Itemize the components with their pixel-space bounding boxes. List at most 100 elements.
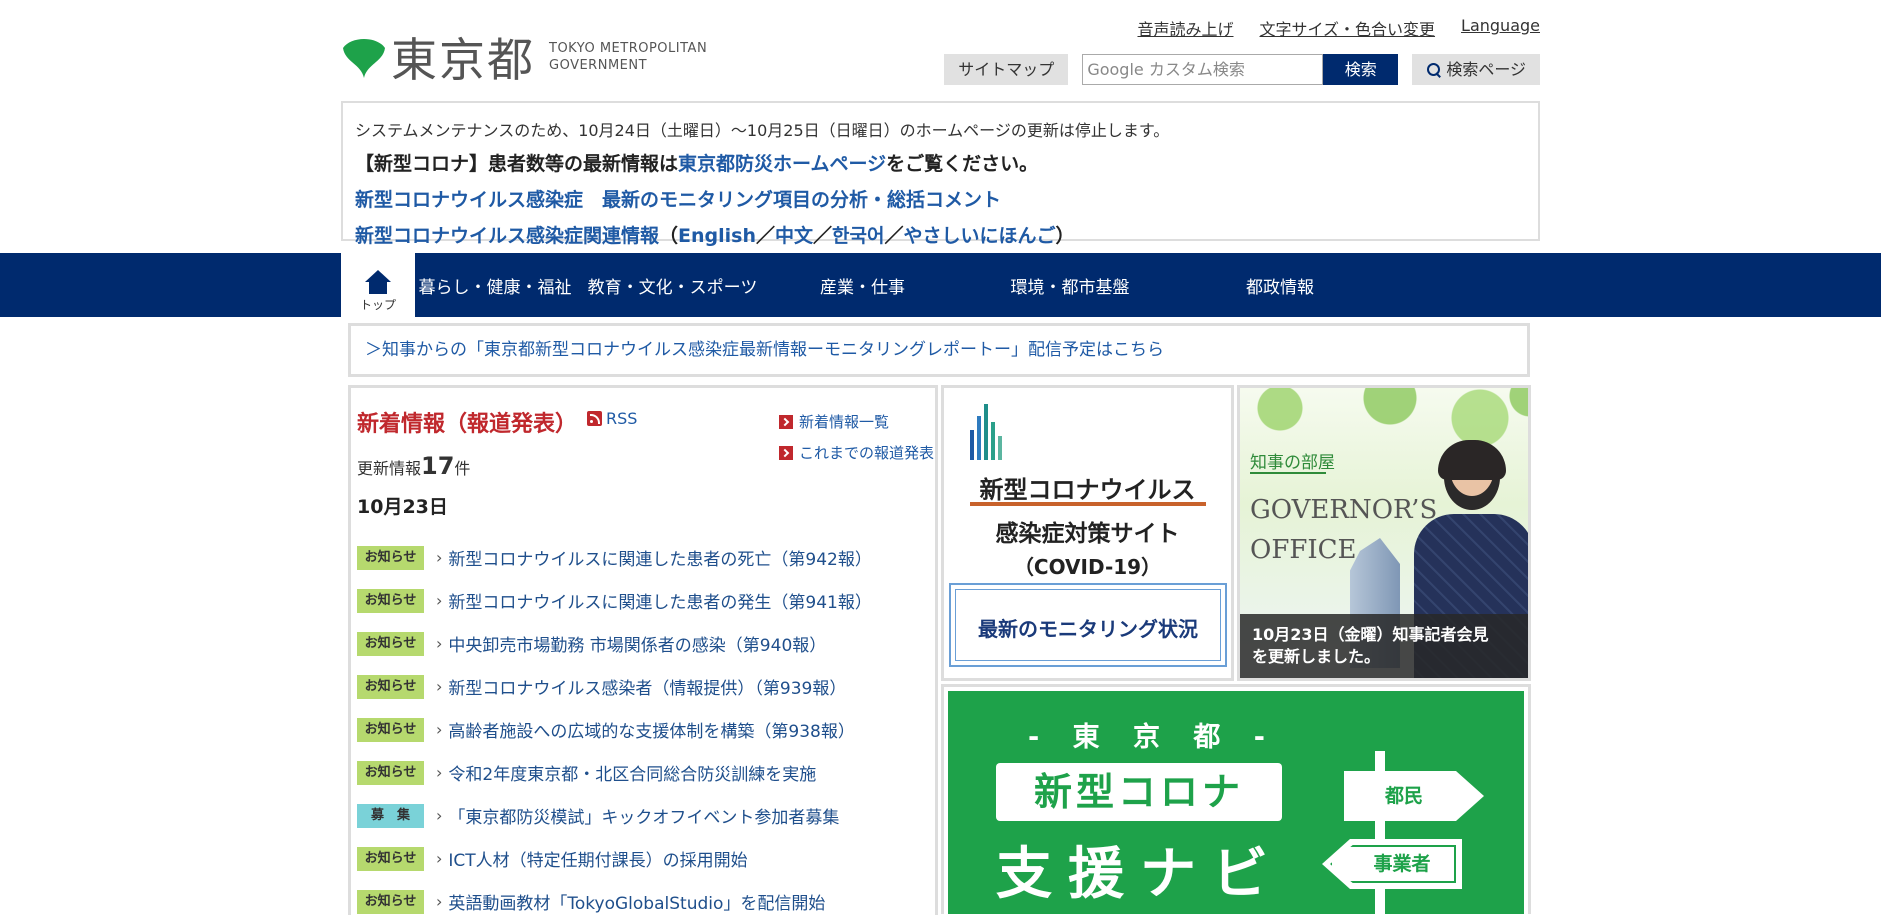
news-link[interactable]: 令和2年度東京都・北区合同総合防災訓練を実施 [448, 760, 816, 785]
search-button[interactable]: 検索 [1323, 54, 1399, 85]
logo-text: 東京都 [391, 33, 535, 87]
english-link[interactable]: English [678, 225, 756, 247]
korean-link[interactable]: 한국어 [832, 225, 884, 247]
utility-links: 音声読み上げ 文字サイズ・色合い変更 Language [1137, 16, 1540, 40]
hair-shape [1438, 440, 1506, 480]
chevron-right-icon: › [436, 849, 443, 868]
corona-info-line: 新型コロナウイルス感染症関連情報（English／中文／한국어／やさしいにほんご… [355, 221, 1526, 248]
update-count: 更新情報17件 [357, 452, 470, 480]
bousai-link[interactable]: 東京都防災ホームページ [678, 153, 886, 175]
update-count-number: 17 [421, 452, 455, 480]
news-all-row: 新着情報一覧 [779, 406, 934, 437]
news-all-link[interactable]: 新着情報一覧 [799, 411, 889, 432]
bar-chart-icon [970, 404, 1010, 460]
chevron-right-icon: › [436, 720, 443, 739]
leaves-decoration [1240, 388, 1528, 448]
rss-icon [587, 411, 602, 426]
covid-title-line3: （COVID-19） [1013, 555, 1162, 579]
news-link[interactable]: 新型コロナウイルスに関連した患者の発生（第941報） [448, 588, 871, 613]
chevron-right-icon: › [436, 634, 443, 653]
caption-line2: を更新しました。 [1252, 647, 1381, 666]
text-size-link[interactable]: 文字サイズ・色合い変更 [1260, 16, 1436, 40]
update-prefix: 更新情報 [357, 459, 422, 478]
nav-item-life[interactable]: 暮らし・健康・福祉 [415, 253, 575, 317]
global-nav-inner: トップ 暮らし・健康・福祉 教育・文化・スポーツ 産業・仕事 環境・都市基盤 都… [341, 253, 1540, 317]
logo-en-line2: GOVERNMENT [549, 58, 648, 73]
governors-office-banner[interactable]: 知事の部屋 GOVERNOR’S OFFICE 10月23日（金曜）知事記者会見… [1237, 385, 1531, 681]
list-item: お知らせ › 新型コロナウイルス感染者（情報提供）（第939報） [357, 665, 872, 708]
news-link[interactable]: 高齢者施設への広域的な支援体制を構築（第938報） [448, 717, 854, 742]
corona-support-navi-banner[interactable]: - 東 京 都 - 新型コロナ 支援ナビ 都民 事業者 [941, 684, 1531, 914]
news-list: お知らせ › 新型コロナウイルスに関連した患者の死亡（第942報） お知らせ › 新型コ… [357, 536, 872, 923]
corona-notice: 【新型コロナ】患者数等の最新情報は東京都防災ホームページをご覧ください。 [355, 149, 1526, 176]
search-icon [1426, 62, 1442, 78]
news-link[interactable]: 中央卸売市場勤務 市場関係者の感染（第940報） [448, 631, 826, 656]
search-input[interactable]: Google カスタム検索 [1082, 54, 1324, 85]
covid-site-banner[interactable]: 新型コロナウイルス 感染症対策サイト （COVID-19） 最新のモニタリング状… [941, 385, 1234, 681]
tokyo-logo[interactable]: 東京都 TOKYO METROPOLITAN GOVERNMENT [341, 24, 707, 90]
nav-home[interactable]: トップ [341, 253, 415, 317]
news-tag: お知らせ [357, 846, 424, 871]
navi-support-label: 支援ナビ [996, 842, 1284, 907]
chinese-link[interactable]: 中文 [775, 225, 813, 247]
nav-item-environment[interactable]: 環境・都市基盤 [955, 253, 1185, 317]
signpost-business: 事業者 [1322, 839, 1462, 889]
chevron-right-icon: › [436, 892, 443, 911]
monitoring-status-box: 最新のモニタリング状況 [949, 583, 1227, 667]
notice-box: システムメンテナンスのため、10月24日（土曜日）～10月25日（日曜日）のホー… [341, 101, 1540, 247]
rss-link[interactable]: RSS [587, 409, 637, 428]
speech-link[interactable]: 音声読み上げ [1137, 16, 1233, 40]
news-date: 10月23日 [357, 496, 448, 518]
news-tag: お知らせ [357, 545, 424, 570]
sitemap-button[interactable]: サイトマップ [944, 54, 1069, 85]
news-side-links: 新着情報一覧 これまでの報道発表 [779, 406, 934, 468]
covid-title-line1: 新型コロナウイルス [979, 476, 1196, 504]
news-archive-row: これまでの報道発表 [779, 437, 934, 468]
corona-notice-post: をご覧ください。 [886, 153, 1039, 175]
nav-item-government[interactable]: 都政情報 [1185, 253, 1375, 317]
list-item: お知らせ › 新型コロナウイルスに関連した患者の死亡（第942報） [357, 536, 872, 579]
news-link[interactable]: 新型コロナウイルスに関連した患者の死亡（第942報） [448, 545, 871, 570]
news-tag: お知らせ [357, 588, 424, 613]
easy-japanese-link[interactable]: やさしいにほんご [904, 225, 1056, 247]
news-link[interactable]: ICT人材（特定任期付課長）の採用開始 [448, 846, 747, 871]
news-tag: お知らせ [357, 889, 424, 914]
news-link[interactable]: 新型コロナウイルス感染者（情報提供）（第939報） [448, 674, 846, 699]
list-item: お知らせ › 新型コロナウイルスに関連した患者の発生（第941報） [357, 579, 872, 622]
press-conference-caption: 10月23日（金曜）知事記者会見 を更新しました。 [1240, 614, 1528, 678]
monitoring-analysis-link[interactable]: 新型コロナウイルス感染症 最新のモニタリング項目の分析・総括コメント [355, 185, 1526, 212]
paren-close: ） [1055, 225, 1075, 247]
news-archive-link[interactable]: これまでの報道発表 [799, 442, 934, 463]
corona-notice-pre: 【新型コロナ】患者数等の最新情報は [355, 153, 679, 175]
nav-item-education[interactable]: 教育・文化・スポーツ [575, 253, 770, 317]
corona-info-link[interactable]: 新型コロナウイルス感染症関連情報 [355, 225, 659, 247]
ginkgo-logo-icon [343, 39, 385, 78]
caption-line1: 10月23日（金曜）知事記者会見 [1252, 625, 1489, 644]
news-tag: 募 集 [357, 803, 424, 828]
covid-title-line2: 感染症対策サイト [995, 521, 1180, 547]
language-link[interactable]: Language [1461, 16, 1540, 40]
nav-home-label: トップ [359, 298, 396, 312]
chevron-right-icon: › [436, 677, 443, 696]
rss-label: RSS [606, 409, 638, 428]
list-item: お知らせ › ICT人材（特定任期付課長）の採用開始 [357, 837, 872, 880]
news-link[interactable]: 英語動画教材「TokyoGlobalStudio」を配信開始 [448, 889, 825, 914]
news-link[interactable]: 「東京都防災模試」キックオフイベント参加者募集 [448, 803, 839, 828]
search-page-button[interactable]: 検索ページ [1412, 54, 1540, 85]
separator: ／ [756, 225, 776, 247]
home-icon [365, 270, 391, 294]
list-item: お知らせ › 中央卸売市場勤務 市場関係者の感染（第940報） [357, 622, 872, 665]
update-suffix: 件 [454, 459, 471, 478]
list-item: お知らせ › 令和2年度東京都・北区合同総合防災訓練を実施 [357, 751, 872, 794]
list-item: 募 集 › 「東京都防災模試」キックオフイベント参加者募集 [357, 794, 872, 837]
governor-room-label: 知事の部屋 [1250, 448, 1335, 474]
support-navi-inner: - 東 京 都 - 新型コロナ 支援ナビ 都民 事業者 [948, 691, 1524, 914]
logo-en-line1: TOKYO METROPOLITAN [549, 41, 708, 56]
nav-item-industry[interactable]: 産業・仕事 [770, 253, 955, 317]
chevron-right-icon: › [436, 763, 443, 782]
chevron-right-icon: › [436, 806, 443, 825]
news-title: 新着情報（報道発表） [357, 412, 578, 437]
navi-corona-label: 新型コロナ [996, 763, 1282, 821]
governor-report-banner[interactable]: ＞知事からの「東京都新型コロナウイルス感染症最新情報ーモニタリングレポートー」配… [348, 323, 1530, 377]
monitoring-status-label: 最新のモニタリング状況 [978, 617, 1198, 641]
